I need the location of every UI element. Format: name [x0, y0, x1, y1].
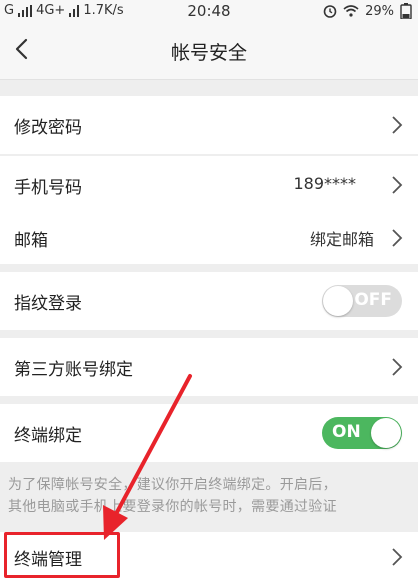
annotation-arrow-icon	[103, 374, 192, 540]
